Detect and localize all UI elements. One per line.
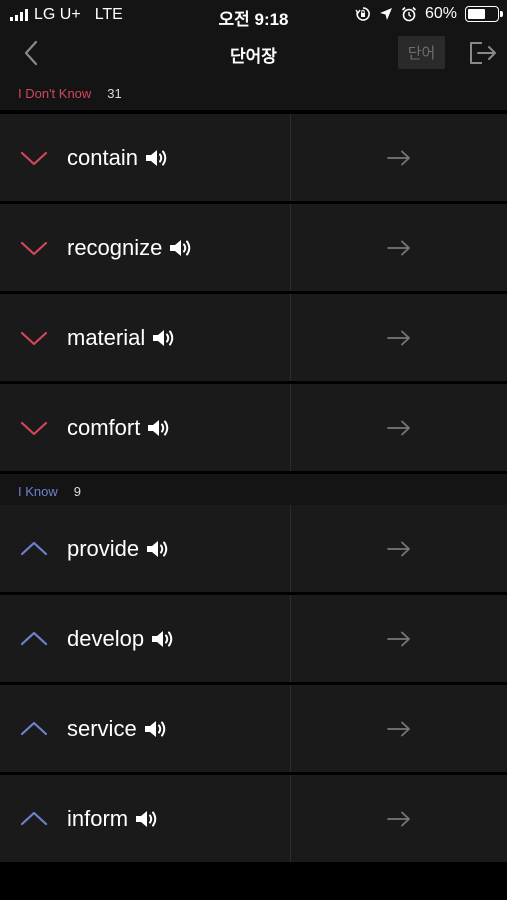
word-label: service: [67, 715, 137, 741]
arrow-right-icon: [387, 150, 410, 165]
arrow-right-icon: [387, 541, 410, 556]
chevron-down-icon[interactable]: [20, 234, 48, 262]
speaker-icon[interactable]: [145, 538, 171, 560]
detail-arrow-button[interactable]: [291, 505, 507, 592]
nav-bar: 단어장 단어: [0, 30, 507, 76]
detail-arrow-button[interactable]: [291, 685, 507, 772]
speaker-button[interactable]: [168, 237, 194, 259]
word-label: contain: [67, 144, 138, 170]
section-header-know: I Know 9: [0, 474, 507, 508]
word-toggle-button[interactable]: 단어: [398, 36, 445, 69]
speaker-button[interactable]: [143, 718, 169, 740]
word-text: provide: [67, 505, 171, 592]
location-icon: [379, 8, 392, 20]
speaker-icon[interactable]: [134, 808, 160, 830]
word-text: service: [67, 685, 169, 772]
speaker-button[interactable]: [146, 417, 172, 439]
section-label-dont-know: I Don't Know: [18, 85, 92, 101]
word-label: material: [67, 324, 146, 350]
arrow-right-icon: [387, 240, 410, 255]
chevron-up-icon[interactable]: [20, 535, 48, 563]
word-label: recognize: [67, 234, 163, 260]
detail-arrow-button[interactable]: [291, 114, 507, 201]
speaker-button[interactable]: [145, 538, 171, 560]
chevron-down-icon[interactable]: [20, 144, 48, 172]
logout-icon: [470, 42, 496, 64]
chevron-up-icon[interactable]: [20, 805, 48, 833]
status-bar: LG U+ LTE 오전 9:18 60%: [0, 0, 507, 30]
detail-arrow-button[interactable]: [291, 294, 507, 381]
section-count-dont-know: 31: [107, 85, 122, 101]
detail-arrow-button[interactable]: [291, 595, 507, 682]
detail-arrow-button[interactable]: [291, 384, 507, 471]
speaker-icon[interactable]: [146, 417, 172, 439]
word-row[interactable]: material: [0, 294, 507, 381]
speaker-button[interactable]: [151, 327, 177, 349]
speaker-icon[interactable]: [144, 147, 170, 169]
word-row[interactable]: inform: [0, 775, 507, 862]
rotation-lock-icon: [355, 7, 370, 21]
word-row[interactable]: recognize: [0, 204, 507, 291]
arrow-right-icon: [387, 330, 410, 345]
word-row[interactable]: contain: [0, 114, 507, 201]
battery-percent: 60%: [424, 5, 457, 22]
speaker-button[interactable]: [144, 147, 170, 169]
chevron-up-icon[interactable]: [20, 715, 48, 743]
word-text: comfort: [67, 384, 172, 471]
battery-icon: [465, 6, 503, 22]
word-text: inform: [67, 775, 160, 862]
word-label: develop: [67, 625, 145, 651]
arrow-right-icon: [387, 420, 410, 435]
speaker-button[interactable]: [150, 628, 176, 650]
section-count-know: 9: [73, 483, 81, 499]
word-label: comfort: [67, 414, 141, 440]
speaker-icon[interactable]: [151, 327, 177, 349]
section-label-know: I Know: [18, 483, 58, 499]
word-text: develop: [67, 595, 176, 682]
word-text: recognize: [67, 204, 194, 291]
word-label: provide: [67, 535, 140, 561]
detail-arrow-button[interactable]: [291, 775, 507, 862]
section-header-dont-know: I Don't Know 31: [0, 76, 507, 110]
chevron-down-icon[interactable]: [20, 414, 48, 442]
arrow-right-icon: [387, 631, 410, 646]
speaker-icon[interactable]: [143, 718, 169, 740]
word-label: inform: [67, 805, 129, 831]
detail-arrow-button[interactable]: [291, 204, 507, 291]
arrow-right-icon: [387, 721, 410, 736]
word-row[interactable]: develop: [0, 595, 507, 682]
word-text: material: [67, 294, 177, 381]
word-row[interactable]: service: [0, 685, 507, 772]
speaker-icon[interactable]: [168, 237, 194, 259]
chevron-down-icon[interactable]: [20, 324, 48, 352]
battery-fill: [468, 9, 485, 19]
word-text: contain: [67, 114, 170, 201]
alarm-icon: [401, 6, 417, 22]
speaker-button[interactable]: [134, 808, 160, 830]
exit-button[interactable]: [466, 36, 500, 70]
arrow-right-icon: [387, 811, 410, 826]
word-row[interactable]: provide: [0, 505, 507, 592]
status-right: 60%: [355, 5, 503, 23]
word-row[interactable]: comfort: [0, 384, 507, 471]
speaker-icon[interactable]: [150, 628, 176, 650]
chevron-up-icon[interactable]: [20, 625, 48, 653]
